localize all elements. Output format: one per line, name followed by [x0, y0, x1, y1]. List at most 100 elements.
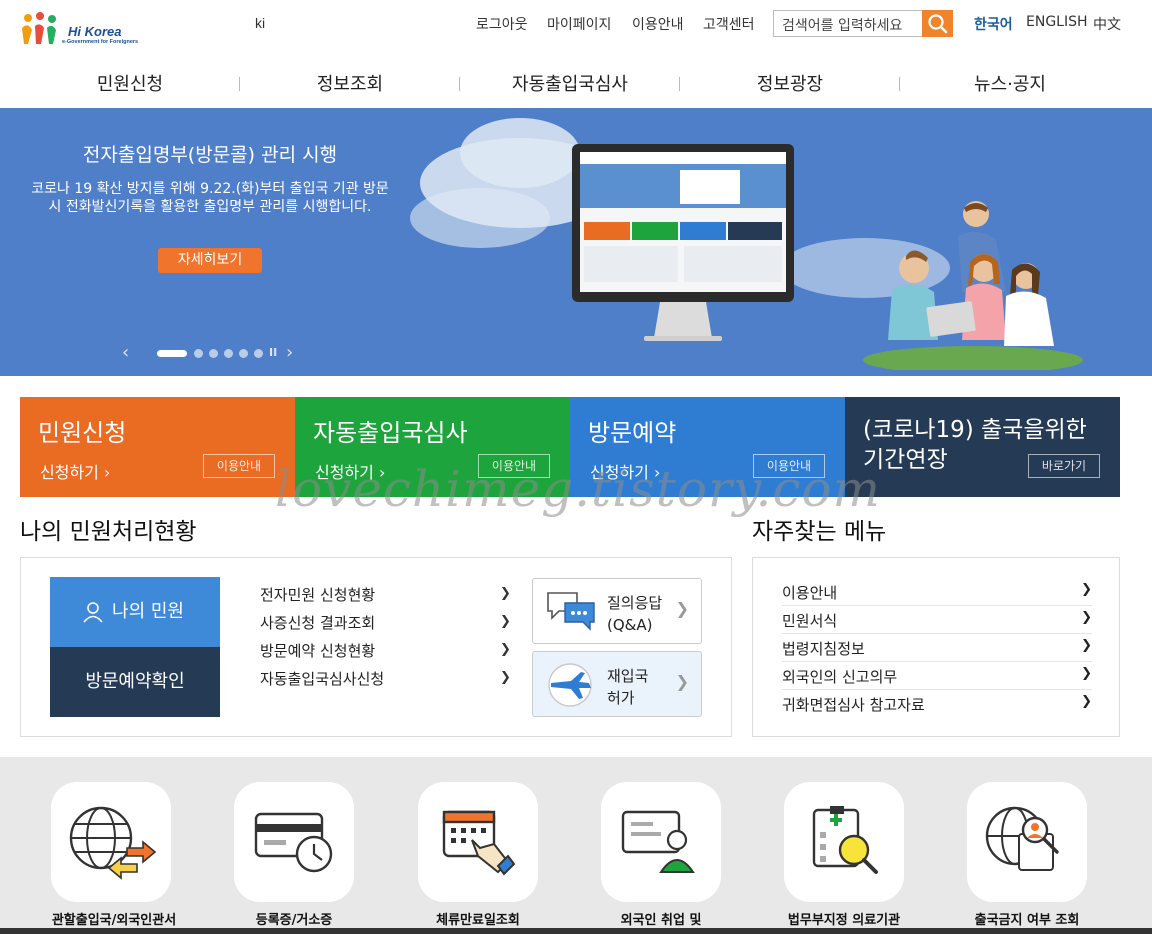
hikorea-logo[interactable]: Hi Korea e-Government for Foreigners	[18, 10, 138, 50]
chevron-right-icon: ❯	[675, 599, 689, 618]
tile-title: 자동출입국심사	[313, 419, 468, 447]
chevron-right-icon: ❯	[1081, 638, 1092, 653]
main-nav: 민원신청 정보조회 자동출입국심사 정보광장 뉴스·공지	[0, 58, 1152, 108]
quick-label[interactable]: 법무부지정 의료기관	[744, 909, 944, 928]
banner-prev-button[interactable]: ‹	[122, 342, 129, 363]
reentry-label: 재입국 허가	[607, 665, 648, 709]
students-illustration-icon	[863, 201, 1083, 370]
tile-title: 방문예약	[588, 419, 677, 447]
banner-dot[interactable]	[209, 349, 218, 358]
lang-chinese[interactable]: 中文	[1093, 14, 1121, 34]
quick-label[interactable]: 외국인 취업 및	[561, 909, 761, 928]
auto-immigration-application-link[interactable]: 자동출입국심사신청	[260, 668, 384, 689]
employee-screen-icon	[621, 810, 695, 873]
banner-detail-button[interactable]: 자세히보기	[158, 248, 262, 273]
e-civil-status-link[interactable]: 전자민원 신청현황	[260, 584, 375, 605]
quick-label[interactable]: 관할출입국/외국인관서	[14, 909, 214, 928]
frequent-item[interactable]: 민원서식 ❯	[782, 606, 1092, 634]
my-civil-label: 나의 민원	[112, 601, 184, 622]
banner-dot[interactable]	[254, 349, 263, 358]
user-icon	[83, 602, 103, 623]
quick-registration-card[interactable]	[234, 782, 354, 902]
card-line2: (Q&A)	[607, 616, 653, 634]
banner-dot[interactable]	[194, 349, 203, 358]
quick-jurisdiction-office[interactable]	[51, 782, 171, 902]
card-line2: 허가	[607, 689, 635, 707]
frequent-item-label: 민원서식	[782, 612, 838, 630]
quick-stay-expiry[interactable]	[418, 782, 538, 902]
medical-search-icon	[812, 806, 878, 874]
banner-description: 코로나 19 확산 방지를 위해 9.22.(화)부터 출입국 기관 방문 시 …	[31, 181, 389, 215]
top-bar: Hi Korea e-Government for Foreigners ki …	[0, 0, 1152, 50]
frequent-item[interactable]: 귀화면접심사 참고자료 ❯	[782, 690, 1092, 718]
globe-person-search-icon	[985, 806, 1059, 871]
guide-link[interactable]: 이용안내	[632, 14, 684, 34]
my-civil-box: 나의 민원 방문예약확인	[50, 577, 220, 717]
frequent-item-label: 이용안내	[782, 584, 838, 602]
mypage-link[interactable]: 마이페이지	[547, 14, 611, 34]
banner-pause-button[interactable]: II	[269, 346, 277, 359]
visa-result-link[interactable]: 사증신청 결과조회	[260, 612, 375, 633]
nav-info-plaza[interactable]: 정보광장	[680, 70, 900, 96]
banner-pagination: ‹ II ›	[122, 342, 312, 363]
chevron-right-icon: ❯	[675, 672, 689, 691]
tile-apply-link[interactable]: 신청하기 ›	[40, 459, 110, 483]
chevron-right-icon: ❯	[1081, 610, 1092, 625]
chevron-right-icon: ❯	[500, 670, 511, 685]
chevron-right-icon: ❯	[1081, 694, 1092, 709]
banner-dot[interactable]	[224, 349, 233, 358]
quick-label[interactable]: 출국금지 여부 조회	[927, 909, 1127, 928]
tile-shortcut-button[interactable]: 바로가기	[1028, 454, 1100, 478]
banner-title: 전자출입명부(방문콜) 관리 시행	[82, 144, 338, 166]
tile-civil-application[interactable]: 민원신청 신청하기 › 이용안내	[20, 397, 295, 497]
customer-center-link[interactable]: 고객센터	[703, 14, 755, 34]
my-civil-status-title: 나의 민원처리현황	[20, 519, 197, 545]
quick-departure-ban[interactable]	[967, 782, 1087, 902]
lang-english[interactable]: ENGLISH	[1026, 14, 1088, 30]
ki-text: ki	[255, 15, 266, 31]
nav-civil-application[interactable]: 민원신청	[20, 70, 240, 96]
calendar-hand-icon	[442, 810, 516, 876]
tile-covid-extension[interactable]: (코로나19) 출국을위한 기간연장 바로가기	[845, 397, 1120, 497]
card-line1: 질의응답	[607, 594, 663, 612]
quick-label[interactable]: 체류만료일조회	[378, 909, 578, 928]
visit-reservation-status-link[interactable]: 방문예약 신청현황	[260, 640, 375, 661]
frequent-item-label: 외국인의 신고의무	[782, 668, 898, 686]
nav-news-notice[interactable]: 뉴스·공지	[900, 70, 1120, 96]
visit-confirm-button[interactable]: 방문예약확인	[50, 647, 220, 717]
quick-employment[interactable]	[601, 782, 721, 902]
cloud-decoration	[410, 188, 550, 248]
search-button[interactable]	[922, 10, 953, 37]
banner-next-button[interactable]: ›	[286, 342, 293, 363]
search-input[interactable]: 검색어를 입력하세요	[773, 10, 923, 37]
frequent-item[interactable]: 법령지침정보 ❯	[782, 634, 1092, 662]
logo-text: Hi Korea	[68, 24, 122, 39]
card-clock-icon	[254, 812, 333, 873]
qna-card[interactable]: 질의응답 (Q&A) ❯	[532, 578, 702, 644]
card-line1: 재입국	[607, 667, 649, 685]
banner-dot[interactable]	[239, 349, 248, 358]
frequent-item[interactable]: 외국인의 신고의무 ❯	[782, 662, 1092, 690]
frequent-item[interactable]: 이용안내 ❯	[782, 578, 1092, 606]
nav-auto-immigration[interactable]: 자동출입국심사	[460, 70, 680, 96]
logo-subtitle: e-Government for Foreigners	[62, 39, 139, 45]
frequent-item-label: 귀화면접심사 참고자료	[782, 696, 925, 714]
quick-medical-institution[interactable]	[784, 782, 904, 902]
reentry-permit-card[interactable]: 재입국 허가 ❯	[532, 651, 702, 717]
quick-label[interactable]: 등록증/거소증	[194, 909, 394, 928]
globe-airplane-icon	[548, 663, 592, 707]
lang-korean[interactable]: 한국어	[974, 14, 1013, 34]
chevron-right-icon: ❯	[500, 586, 511, 601]
globe-exchange-icon	[69, 806, 157, 880]
chevron-right-icon: ❯	[1081, 582, 1092, 597]
speech-bubbles-icon	[547, 592, 595, 631]
banner-dot-active[interactable]	[157, 350, 187, 357]
chevron-right-icon: ❯	[500, 642, 511, 657]
main-banner: 전자출입명부(방문콜) 관리 시행 코로나 19 확산 방지를 위해 9.22.…	[0, 108, 1152, 376]
logout-link[interactable]: 로그아웃	[476, 14, 528, 34]
nav-info-lookup[interactable]: 정보조회	[240, 70, 460, 96]
my-civil-button[interactable]: 나의 민원	[50, 577, 220, 647]
page-bottom-bar	[0, 928, 1152, 934]
qna-label: 질의응답 (Q&A)	[607, 592, 662, 636]
tile-guide-button[interactable]: 이용안내	[203, 454, 275, 478]
